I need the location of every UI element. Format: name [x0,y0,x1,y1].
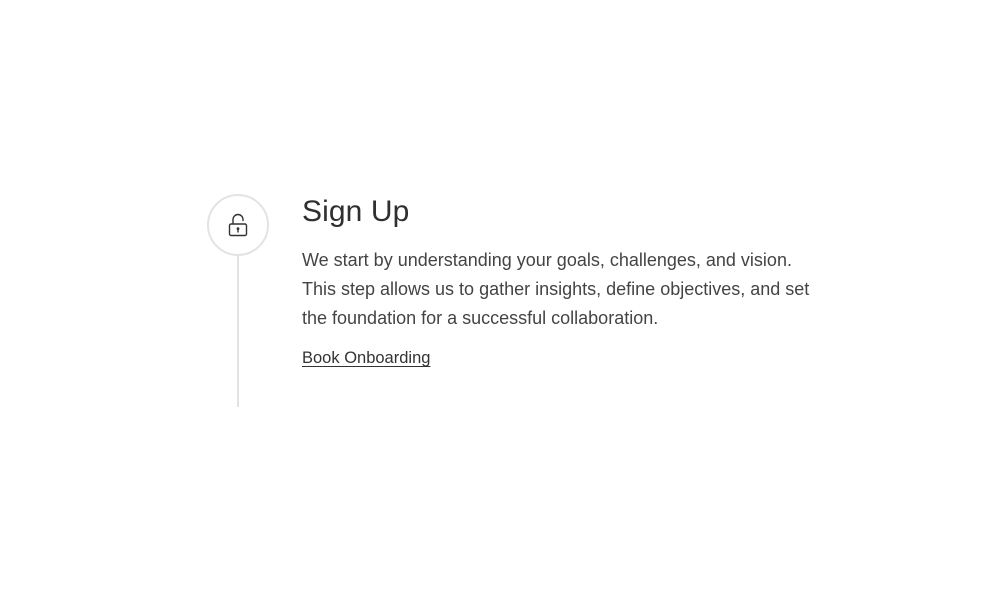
step-description: We start by understanding your goals, ch… [302,250,810,328]
step-marker [207,194,269,256]
timeline-connector [237,256,239,407]
process-step: Sign Up We start by understanding your g… [0,0,1000,610]
step-content: Sign Up We start by understanding your g… [302,190,842,369]
unlock-icon [228,213,248,237]
book-onboarding-link[interactable]: Book Onboarding [302,347,430,369]
step-title: Sign Up [302,195,410,228]
